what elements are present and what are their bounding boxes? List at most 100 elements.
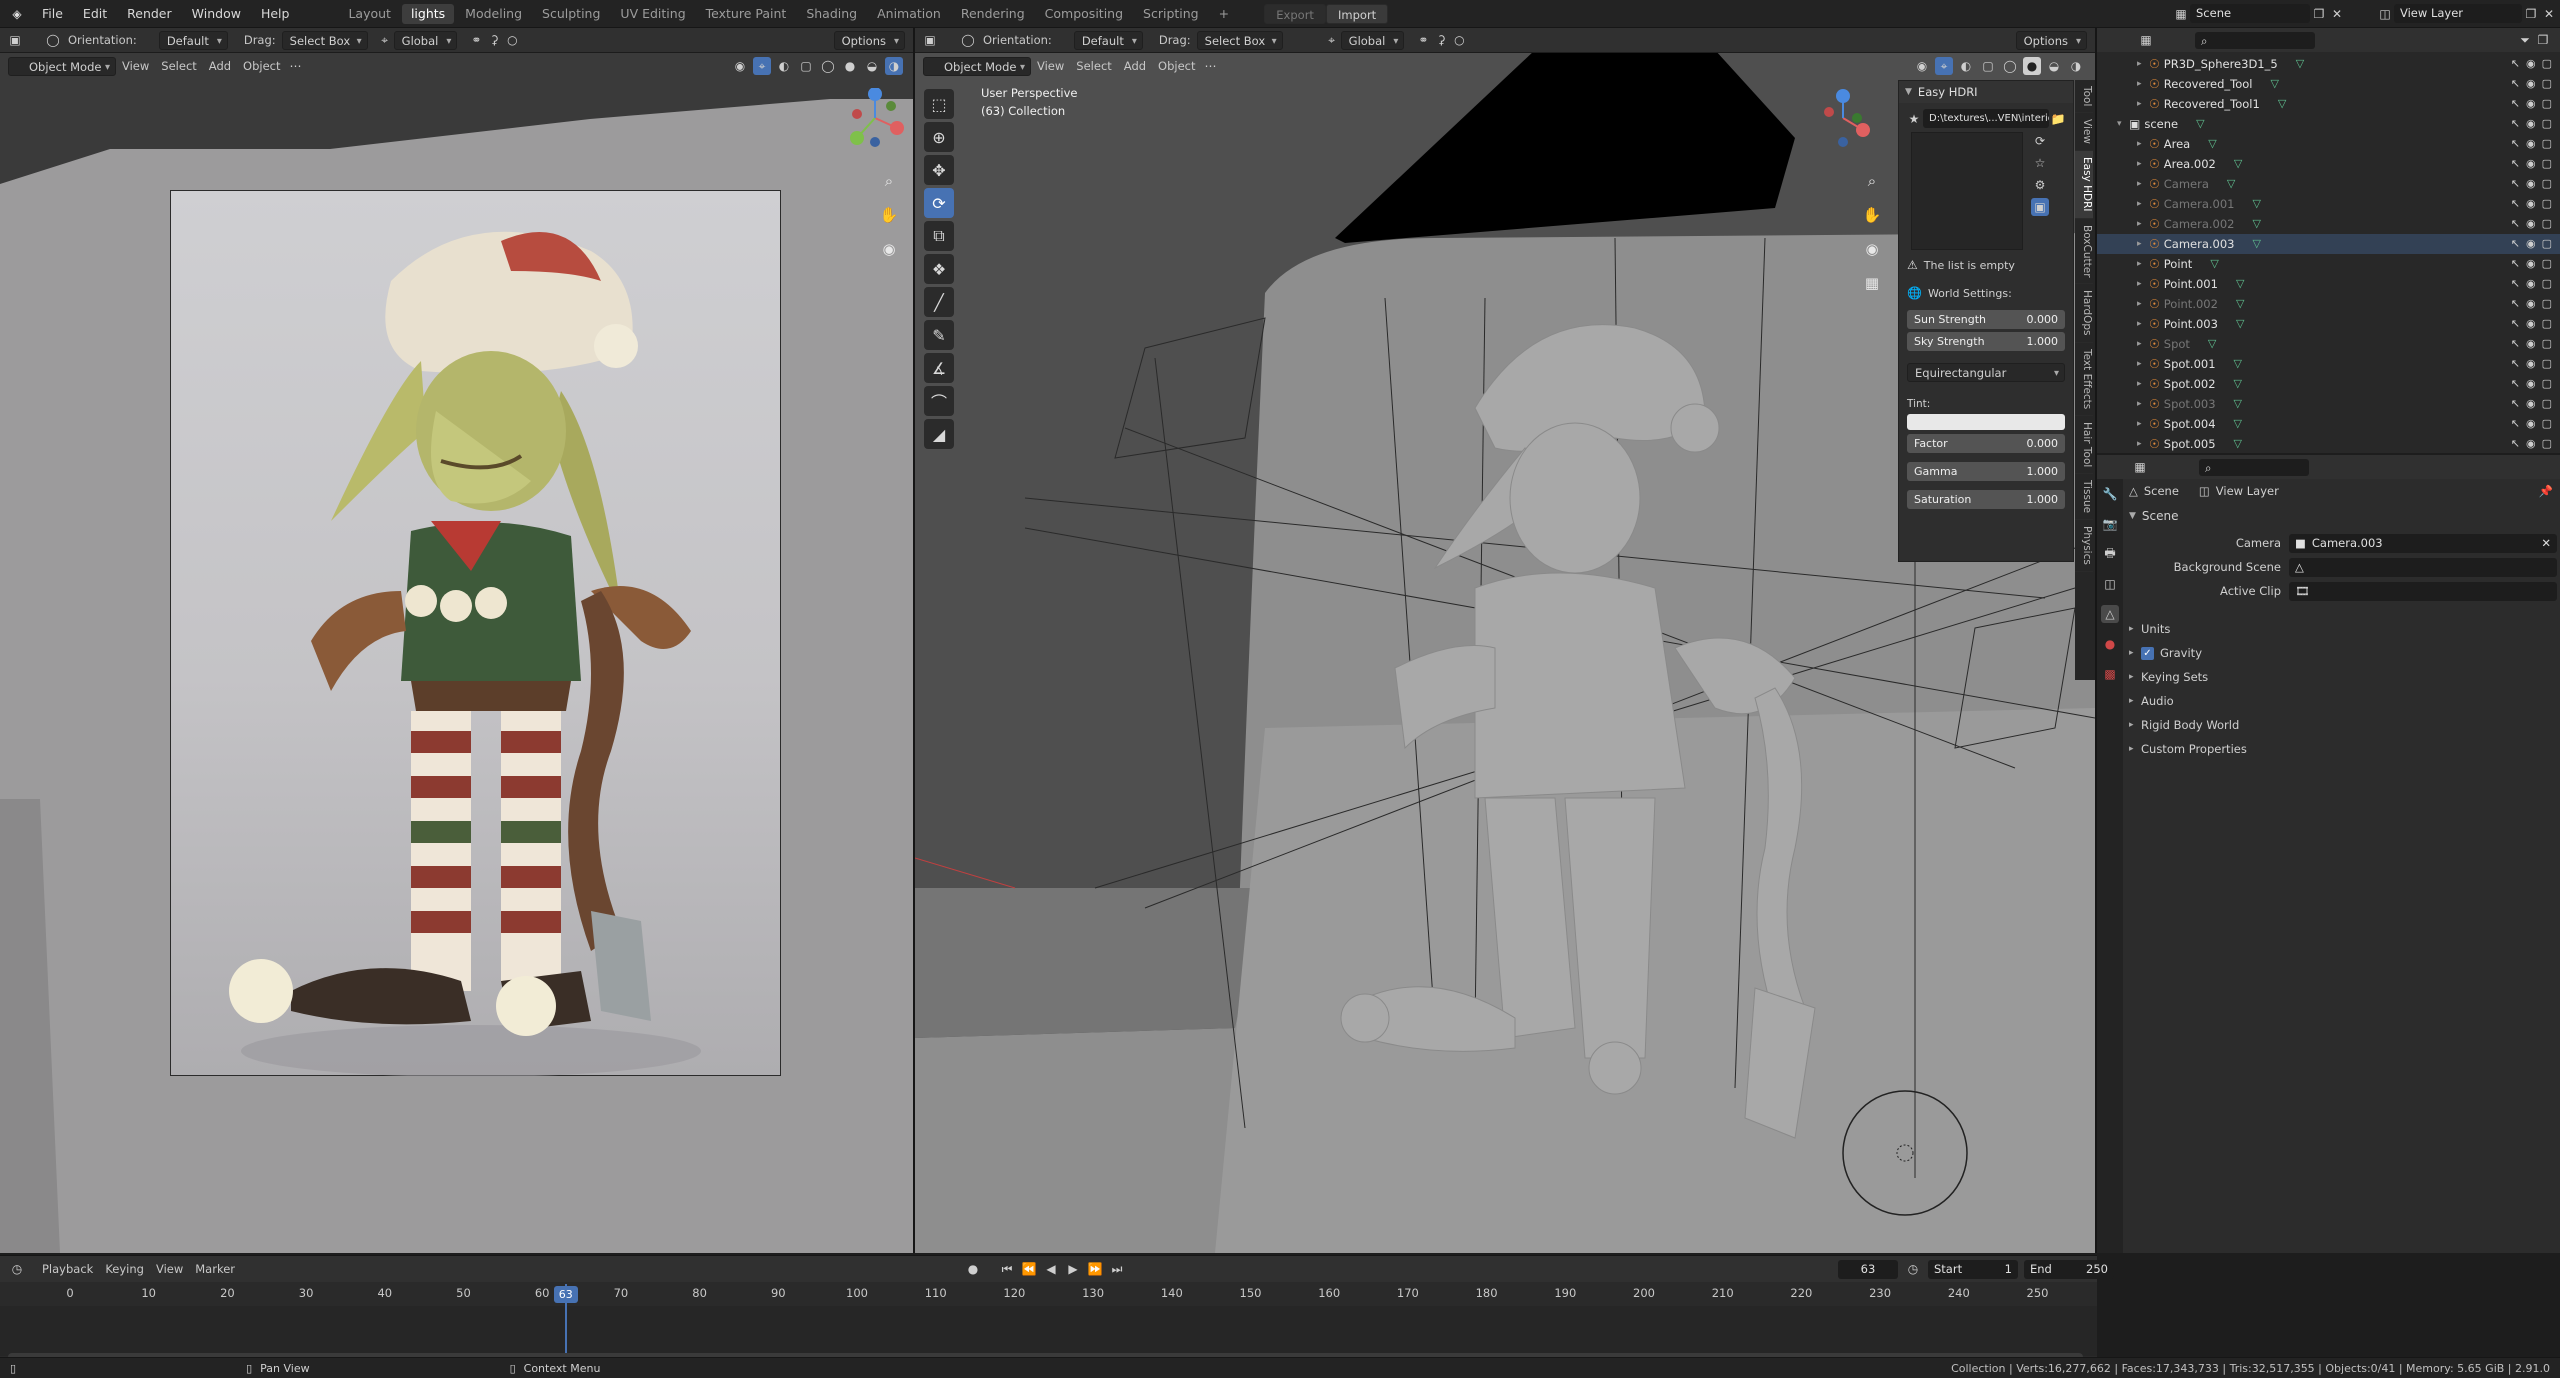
properties-panel-header[interactable]: ▸ Rigid Body World: [2129, 713, 2557, 737]
rendered-shading-icon[interactable]: ◑: [885, 57, 903, 75]
outliner-row[interactable]: ▸ ☉ Camera ▽ ↖ ◉ ▢: [2097, 174, 2560, 194]
outliner-row[interactable]: ▸ ☉ Point.003 ▽ ↖ ◉ ▢: [2097, 314, 2560, 334]
tab-lights[interactable]: lights: [401, 3, 455, 24]
expand-arrow-icon[interactable]: ▸: [2137, 374, 2149, 394]
tab-rendering[interactable]: Rendering: [952, 4, 1034, 24]
select-toggle-icon[interactable]: ↖: [2511, 54, 2520, 74]
mode-dropdown[interactable]: Object Mode: [8, 56, 116, 77]
object-data-icon[interactable]: ▽: [2234, 354, 2242, 374]
import-button[interactable]: Import: [1326, 3, 1389, 24]
outliner-row[interactable]: ▸ ☉ Recovered_Tool1 ▽ ↖ ◉ ▢: [2097, 94, 2560, 114]
select-toggle-icon[interactable]: ↖: [2511, 194, 2520, 214]
eye-icon[interactable]: ◉: [2526, 374, 2536, 394]
expand-arrow-icon[interactable]: ▸: [2137, 254, 2149, 274]
select-menu-2[interactable]: Select: [1076, 59, 1111, 73]
pin-icon[interactable]: 📌: [2539, 484, 2553, 498]
saturation-slider[interactable]: Saturation 1.000: [1907, 490, 2065, 509]
material-shading-icon-2[interactable]: ◒: [2045, 57, 2063, 75]
eye-icon[interactable]: ◉: [2526, 254, 2536, 274]
outliner-row[interactable]: ▸ ☉ Spot.003 ▽ ↖ ◉ ▢: [2097, 394, 2560, 414]
global-transform-icon-2[interactable]: ⌖: [1323, 31, 1341, 49]
overlay-toggle-icon[interactable]: ◐: [775, 57, 793, 75]
select-toggle-icon[interactable]: ↖: [2511, 374, 2520, 394]
tool-props-icon[interactable]: 🔧: [2101, 485, 2119, 503]
sky-strength-slider[interactable]: Sky Strength 1.000: [1907, 332, 2065, 351]
playhead-frame-badge[interactable]: 63: [553, 1286, 578, 1303]
xray-icon[interactable]: ▢: [797, 57, 815, 75]
expand-arrow-icon[interactable]: ▸: [2137, 94, 2149, 114]
object-data-icon[interactable]: ▽: [2236, 314, 2244, 334]
outliner-row[interactable]: ▸ ☉ Spot.002 ▽ ↖ ◉ ▢: [2097, 374, 2560, 394]
object-data-icon[interactable]: ▽: [2234, 434, 2242, 454]
pan-hand-icon[interactable]: ✋: [876, 202, 902, 228]
object-data-icon[interactable]: ▽: [2236, 294, 2244, 314]
eye-icon[interactable]: ◉: [2526, 114, 2536, 134]
easy-hdri-header[interactable]: ▼ Easy HDRI: [1899, 81, 2073, 103]
editor-type-icon[interactable]: ▣: [6, 31, 24, 49]
material-shading-icon[interactable]: ◒: [863, 57, 881, 75]
close-layer-icon[interactable]: ✕: [2540, 5, 2558, 23]
measure-tool-icon[interactable]: ∡: [924, 353, 954, 383]
properties-search-input[interactable]: ⌕: [2199, 458, 2309, 476]
expand-arrow-icon[interactable]: ▸: [2137, 274, 2149, 294]
properties-editor-icon[interactable]: ▦: [2131, 458, 2149, 476]
outliner-search-input[interactable]: ⌕: [2195, 31, 2315, 49]
options-dropdown[interactable]: Options: [833, 30, 905, 51]
tab-scripting[interactable]: Scripting: [1134, 4, 1208, 24]
menu-edit[interactable]: Edit: [73, 0, 117, 28]
gamma-slider[interactable]: Gamma 1.000: [1907, 462, 2065, 481]
select-toggle-icon[interactable]: ↖: [2511, 274, 2520, 294]
transform-orientation-dropdown-2[interactable]: Global: [1340, 30, 1405, 51]
object-data-icon[interactable]: ▽: [2253, 234, 2261, 254]
render-camera-icon[interactable]: ▢: [2542, 54, 2552, 74]
add-menu-2[interactable]: Add: [1124, 59, 1146, 73]
properties-panel-header[interactable]: ▸ Keying Sets: [2129, 665, 2557, 689]
object-data-icon[interactable]: ▽: [2234, 374, 2242, 394]
hdri-path-field[interactable]: D:\textures\...VEN\interior\: [1923, 109, 2049, 128]
xray-icon-2[interactable]: ▢: [1979, 57, 1997, 75]
outliner-row[interactable]: ▸ ☉ Recovered_Tool ▽ ↖ ◉ ▢: [2097, 74, 2560, 94]
expand-arrow-icon[interactable]: ▸: [2137, 54, 2149, 74]
solid-shading-icon-2[interactable]: ●: [2023, 57, 2041, 75]
object-data-icon[interactable]: ▽: [2196, 114, 2204, 134]
render-camera-icon[interactable]: ▢: [2542, 294, 2552, 314]
wireframe-shading-icon[interactable]: ◯: [819, 57, 837, 75]
snap-icon-2[interactable]: ⚳: [1432, 31, 1450, 49]
object-data-icon[interactable]: ▽: [2208, 334, 2216, 354]
scale-tool-icon[interactable]: ⧉: [924, 221, 954, 251]
eye-icon[interactable]: ◉: [2526, 74, 2536, 94]
expand-arrow-icon[interactable]: ▸: [2137, 174, 2149, 194]
eye-icon[interactable]: ◉: [2526, 394, 2536, 414]
outliner-row[interactable]: ▸ ☉ Camera.001 ▽ ↖ ◉ ▢: [2097, 194, 2560, 214]
output-props-icon[interactable]: 🖶: [2101, 545, 2119, 563]
menu-file[interactable]: File: [32, 0, 73, 28]
close-scene-icon[interactable]: ✕: [2328, 5, 2346, 23]
expand-arrow-icon[interactable]: ▸: [2137, 154, 2149, 174]
outliner-row[interactable]: ▸ ☉ Point.002 ▽ ↖ ◉ ▢: [2097, 294, 2560, 314]
object-data-icon[interactable]: ▽: [2278, 94, 2286, 114]
rotate-tool-icon[interactable]: ⟳: [924, 188, 954, 218]
zoom-icon[interactable]: ⌕: [876, 168, 902, 194]
render-camera-icon[interactable]: ▢: [2542, 94, 2552, 114]
export-button[interactable]: Export: [1264, 3, 1327, 24]
outliner-row[interactable]: ▸ ☉ PR3D_Sphere3D1_5 ▽ ↖ ◉ ▢: [2097, 54, 2560, 74]
properties-panel-header[interactable]: ▸ Units: [2129, 617, 2557, 641]
jump-start-icon[interactable]: ⏮: [998, 1260, 1016, 1278]
camera-view-icon[interactable]: ◉: [876, 236, 902, 262]
eye-icon[interactable]: ◉: [2526, 194, 2536, 214]
expand-arrow-icon[interactable]: ▸: [2137, 354, 2149, 374]
render-camera-icon[interactable]: ▢: [2542, 314, 2552, 334]
object-data-icon[interactable]: ▽: [2234, 154, 2242, 174]
visibility-icon[interactable]: ◉: [731, 57, 749, 75]
outliner-row[interactable]: ▸ ☉ Camera.003 ▽ ↖ ◉ ▢: [2097, 234, 2560, 254]
object-data-icon[interactable]: ▽: [2234, 394, 2242, 414]
n-tab-tissue[interactable]: Tissue: [2075, 474, 2093, 521]
more-options-icon-2[interactable]: ⋯: [1202, 57, 1220, 75]
star-add-icon[interactable]: ☆: [2031, 154, 2049, 172]
eye-icon[interactable]: ◉: [2526, 154, 2536, 174]
render-camera-icon[interactable]: ▢: [2542, 154, 2552, 174]
object-data-icon[interactable]: ▽: [2253, 194, 2261, 214]
global-transform-icon[interactable]: ⌖: [376, 31, 394, 49]
hardops-tool-icon[interactable]: ⌒: [924, 386, 954, 416]
new-collection-icon[interactable]: ❐: [2534, 31, 2552, 49]
